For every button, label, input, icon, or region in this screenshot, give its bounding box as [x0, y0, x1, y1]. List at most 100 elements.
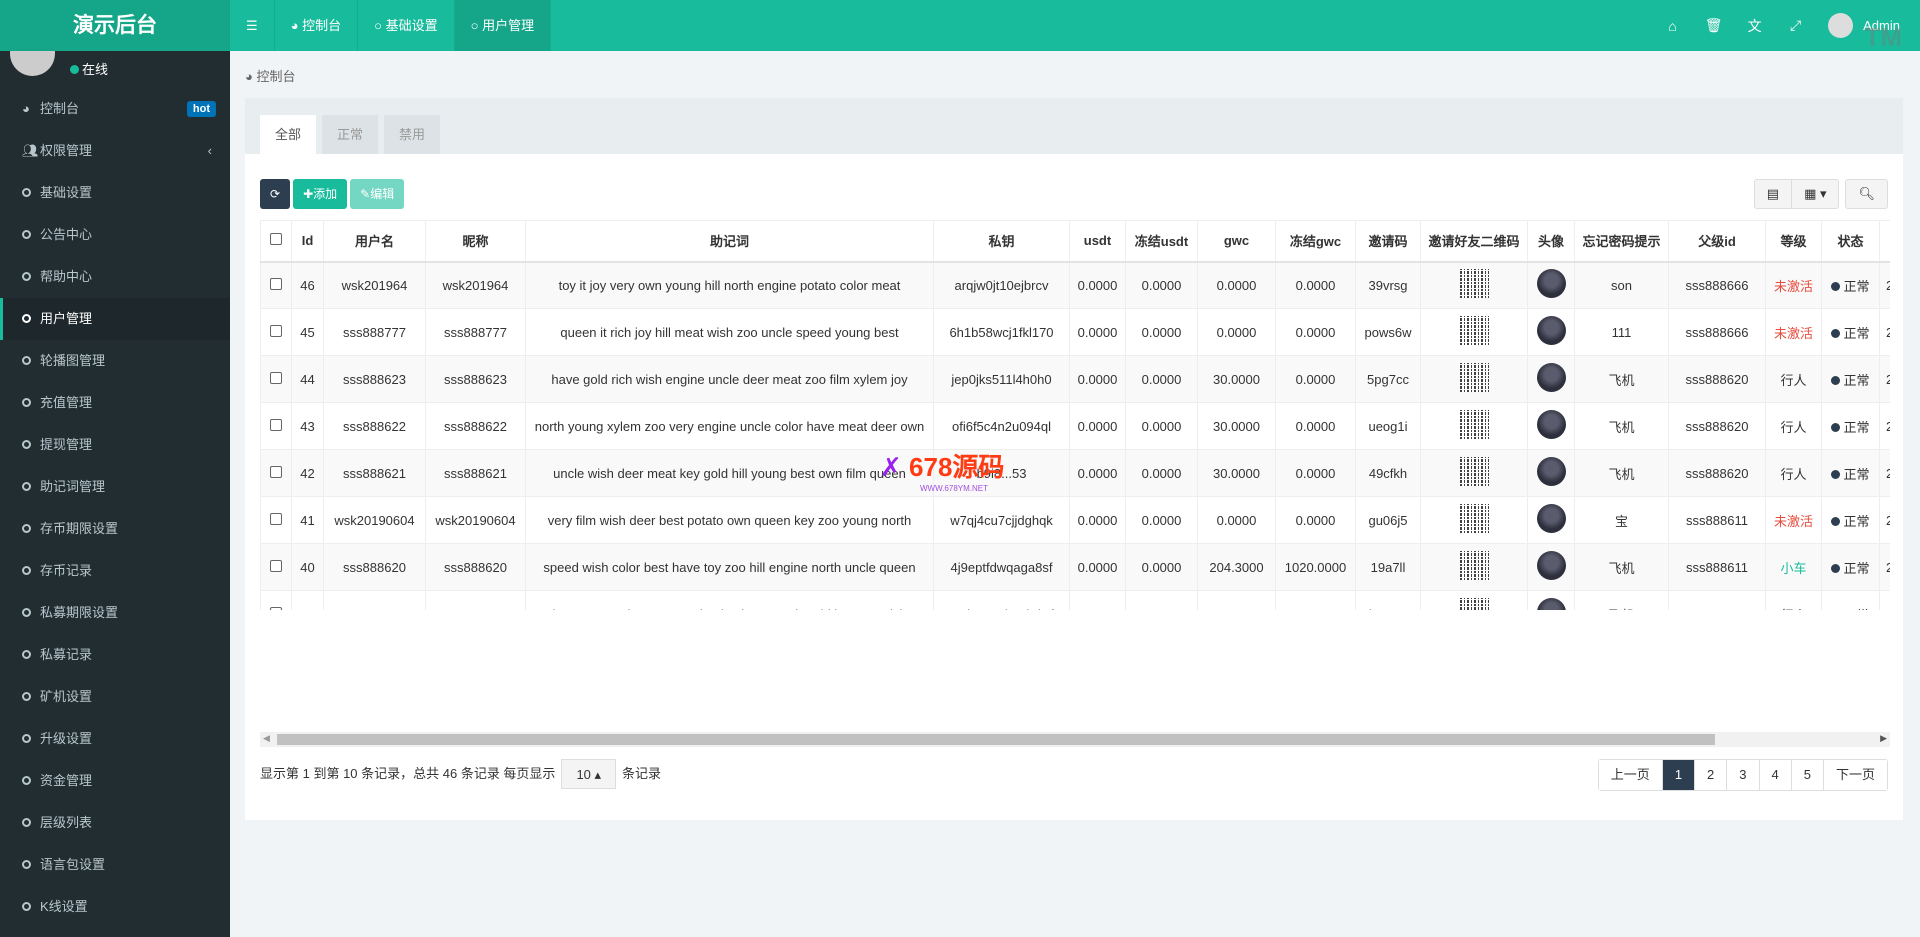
select-all-checkbox[interactable]	[260, 220, 292, 263]
row-checkbox[interactable]	[260, 261, 292, 309]
column-header[interactable]: usdt	[1069, 220, 1126, 263]
page-button[interactable]: 1	[1662, 760, 1696, 790]
sidebar-item[interactable]: 私募期限设置	[0, 592, 230, 634]
scrollbar-thumb[interactable]	[277, 734, 1715, 745]
sidebar-item[interactable]: 语言包设置	[0, 844, 230, 886]
sidebar-item[interactable]: 助记词管理	[0, 466, 230, 508]
table-row[interactable]: 42 sss888621 sss888621 uncle wish deer meat…	[260, 449, 1890, 497]
sidebar-item[interactable]: 基础设置	[0, 172, 230, 214]
table-row[interactable]: 46 wsk201964 wsk201964 toy it joy very own …	[260, 261, 1890, 309]
column-header[interactable]: 冻结usdt	[1125, 220, 1198, 263]
columns-dropdown-icon[interactable]: ▦ ▾	[1791, 180, 1838, 208]
breadcrumb-item[interactable]: 控制台	[256, 69, 295, 84]
cell-qrcode[interactable]	[1420, 590, 1528, 610]
avatar[interactable]	[1536, 316, 1566, 345]
row-checkbox[interactable]	[260, 449, 292, 497]
tab-all[interactable]: 全部	[260, 115, 316, 154]
fullscreen-icon[interactable]: ⤢	[1775, 17, 1816, 34]
column-header[interactable]: 父级id	[1668, 220, 1766, 263]
column-header[interactable]: 头像	[1527, 220, 1575, 263]
sidebar-item[interactable]: ◕ 控制台 hot	[0, 88, 230, 130]
trash-icon[interactable]: 🗑	[1693, 17, 1734, 34]
add-button[interactable]: ✚添加	[293, 179, 348, 209]
cell-avatar[interactable]	[1527, 402, 1575, 450]
sidebar-item[interactable]: 升级设置	[0, 718, 230, 760]
tab-normal[interactable]: 正常	[322, 115, 378, 154]
qr-code-image[interactable]	[1459, 504, 1489, 533]
avatar[interactable]	[1536, 551, 1566, 580]
column-header[interactable]: 邀请好友二维码	[1420, 220, 1528, 263]
scroll-left-icon[interactable]: ◀	[263, 733, 270, 744]
tab-disabled[interactable]: 禁用	[384, 115, 440, 154]
page-size-select[interactable]: 10 ▴	[561, 759, 617, 789]
sidebar-item[interactable]: 公告中心	[0, 214, 230, 256]
admin-avatar[interactable]	[1828, 13, 1854, 38]
row-checkbox[interactable]	[260, 308, 292, 356]
avatar[interactable]	[1536, 410, 1566, 439]
cell-avatar[interactable]	[1527, 496, 1575, 544]
qr-code-image[interactable]	[1459, 457, 1489, 486]
cell-qrcode[interactable]	[1420, 308, 1528, 356]
column-header[interactable]: 状态	[1821, 220, 1880, 263]
column-header[interactable]	[1879, 220, 1890, 263]
cell-avatar[interactable]	[1527, 355, 1575, 403]
scroll-right-icon[interactable]: ▶	[1880, 733, 1887, 744]
column-header[interactable]: 昵称	[425, 220, 526, 263]
column-header[interactable]: 助记词	[525, 220, 934, 263]
avatar[interactable]	[1536, 504, 1566, 533]
sidebar-item[interactable]: 资金管理	[0, 760, 230, 802]
top-tab-basic-settings[interactable]: ○ 基础设置	[358, 0, 455, 51]
sidebar-item[interactable]: 用户管理	[0, 298, 230, 340]
cell-qrcode[interactable]	[1420, 543, 1528, 591]
page-button[interactable]: 5	[1791, 760, 1824, 790]
column-header[interactable]: 私钥	[933, 220, 1070, 263]
translate-icon[interactable]: 文	[1734, 16, 1775, 36]
sidebar-toggle-button[interactable]: ☰	[230, 0, 275, 51]
table-row[interactable]: 45 sss888777 sss888777 queen it rich joy hi…	[260, 308, 1890, 356]
column-header[interactable]: 邀请码	[1355, 220, 1421, 263]
page-button[interactable]: 4	[1759, 760, 1792, 790]
sidebar-item[interactable]: 层级列表	[0, 802, 230, 844]
avatar[interactable]	[1536, 457, 1566, 486]
cell-avatar[interactable]	[1527, 590, 1575, 610]
row-checkbox[interactable]	[260, 590, 292, 610]
qr-code-image[interactable]	[1459, 269, 1489, 299]
list-view-icon[interactable]: ▤	[1755, 180, 1791, 208]
column-header[interactable]: Id	[291, 220, 324, 263]
sidebar-item[interactable]: 存币记录	[0, 550, 230, 592]
column-header[interactable]: 冻结gwc	[1275, 220, 1356, 263]
row-checkbox[interactable]	[260, 402, 292, 450]
cell-avatar[interactable]	[1527, 308, 1575, 356]
refresh-button[interactable]: ⟳	[260, 179, 291, 209]
sidebar-item[interactable]: 👥︎权限管理 ‹	[0, 130, 230, 172]
sidebar-item[interactable]: K线设置	[0, 886, 230, 928]
qr-code-image[interactable]	[1459, 316, 1489, 345]
cell-qrcode[interactable]	[1420, 402, 1528, 450]
cell-qrcode[interactable]	[1420, 449, 1528, 497]
search-button[interactable]: 🔍︎	[1845, 179, 1888, 209]
cell-avatar[interactable]	[1527, 261, 1575, 309]
cell-avatar[interactable]	[1527, 543, 1575, 591]
qr-code-image[interactable]	[1459, 363, 1489, 392]
top-tab-dashboard[interactable]: ◕ 控制台	[275, 0, 359, 51]
table-row[interactable]: 39sss888619sss888619best queen air potat…	[260, 590, 1890, 610]
page-button[interactable]: 2	[1695, 760, 1728, 790]
home-icon[interactable]: ⌂	[1652, 18, 1693, 34]
sidebar-item[interactable]: 帮助中心	[0, 256, 230, 298]
table-row[interactable]: 40 sss888620 sss888620 speed wish color bes…	[260, 543, 1890, 591]
logo[interactable]: 演示后台	[0, 0, 230, 51]
cell-qrcode[interactable]	[1420, 261, 1528, 309]
table-row[interactable]: 41 wsk20190604 wsk20190604 very film wish d…	[260, 496, 1890, 544]
column-header[interactable]: 用户名	[323, 220, 426, 263]
column-header[interactable]: gwc	[1197, 220, 1276, 263]
horizontal-scrollbar[interactable]: ◀ ▶	[260, 732, 1890, 747]
sidebar-item[interactable]: 充值管理	[0, 382, 230, 424]
column-header[interactable]: 忘记密码提示	[1574, 220, 1669, 263]
column-header[interactable]: 等级	[1765, 220, 1822, 263]
next-page-button[interactable]: 下一页	[1823, 760, 1887, 790]
table-row[interactable]: 43 sss888622 sss888622 north young xylem zo…	[260, 402, 1890, 450]
sidebar-item[interactable]: 轮播图管理	[0, 340, 230, 382]
qr-code-image[interactable]	[1459, 598, 1489, 610]
qr-code-image[interactable]	[1459, 551, 1489, 580]
row-checkbox[interactable]	[260, 496, 292, 544]
